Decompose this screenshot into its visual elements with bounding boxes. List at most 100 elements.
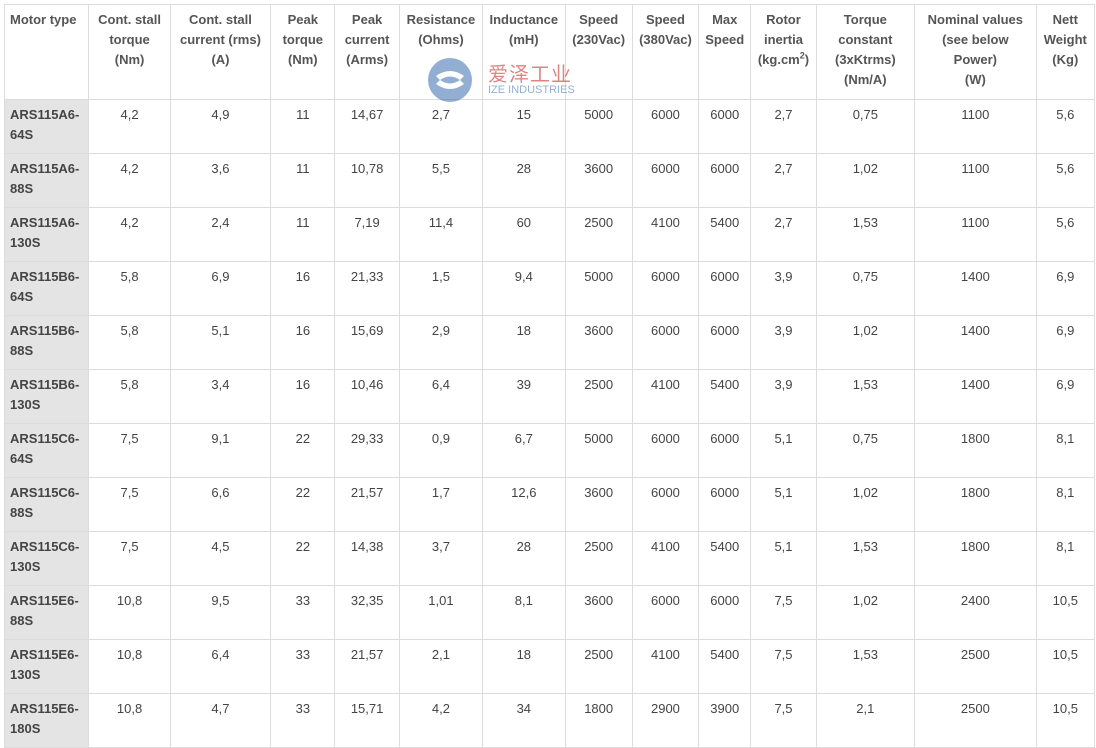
value-cell: 39 xyxy=(482,369,566,424)
value-cell: 33 xyxy=(270,585,336,640)
table-row: ARS115B6-130S 5,8 3,4 16 10,46 6,4 39 2500 4100 5… xyxy=(3,369,1096,424)
value-cell: 6000 xyxy=(631,99,700,154)
value-cell: 5,1 xyxy=(169,315,272,370)
value-cell: 4100 xyxy=(631,531,700,586)
value-cell: 16 xyxy=(270,261,336,316)
value-cell: 2900 xyxy=(631,693,700,748)
value-cell: 32,35 xyxy=(334,585,400,640)
value-cell: 1400 xyxy=(914,261,1037,316)
value-cell: 1,53 xyxy=(815,207,916,262)
motor-type-cell: ARS115E6-130S xyxy=(3,639,90,694)
value-cell: 6,7 xyxy=(482,423,566,478)
motor-type-cell: ARS115B6-130S xyxy=(3,369,90,424)
value-cell: 5,6 xyxy=(1035,99,1096,154)
value-cell: 0,75 xyxy=(815,99,916,154)
header-peak-torque: Peak torque (Nm) xyxy=(270,4,336,100)
value-cell: 16 xyxy=(270,369,336,424)
value-cell: 2500 xyxy=(564,531,633,586)
motor-type-cell: ARS115C6-130S xyxy=(3,531,90,586)
value-cell: 10,8 xyxy=(88,585,171,640)
value-cell: 15,69 xyxy=(334,315,400,370)
motor-type-cell: ARS115B6-88S xyxy=(3,315,90,370)
value-cell: 5,6 xyxy=(1035,207,1096,262)
value-cell: 6,9 xyxy=(169,261,272,316)
value-cell: 6000 xyxy=(698,99,752,154)
company-logo-icon xyxy=(428,58,472,102)
value-cell: 2,7 xyxy=(750,207,817,262)
watermark-english-text: IZE INDUSTRIES xyxy=(488,84,575,96)
value-cell: 6000 xyxy=(631,315,700,370)
value-cell: 2,7 xyxy=(398,99,484,154)
value-cell: 4100 xyxy=(631,207,700,262)
value-cell: 3,6 xyxy=(169,153,272,208)
value-cell: 5000 xyxy=(564,261,633,316)
value-cell: 2,4 xyxy=(169,207,272,262)
value-cell: 7,5 xyxy=(88,423,171,478)
motor-type-cell: ARS115B6-64S xyxy=(3,261,90,316)
value-cell: 34 xyxy=(482,693,566,748)
value-cell: 7,19 xyxy=(334,207,400,262)
value-cell: 3,4 xyxy=(169,369,272,424)
value-cell: 1,7 xyxy=(398,477,484,532)
value-cell: 3600 xyxy=(564,315,633,370)
table-row: ARS115A6-130S 4,2 2,4 11 7,19 11,4 60 2500 4100 5… xyxy=(3,207,1096,262)
value-cell: 4,9 xyxy=(169,99,272,154)
value-cell: 28 xyxy=(482,531,566,586)
value-cell: 10,5 xyxy=(1035,639,1096,694)
value-cell: 7,5 xyxy=(750,639,817,694)
value-cell: 4,5 xyxy=(169,531,272,586)
value-cell: 22 xyxy=(270,531,336,586)
value-cell: 6000 xyxy=(631,585,700,640)
value-cell: 1,02 xyxy=(815,315,916,370)
value-cell: 15 xyxy=(482,99,566,154)
value-cell: 2,7 xyxy=(750,99,817,154)
value-cell: 10,46 xyxy=(334,369,400,424)
table-row: ARS115C6-88S 7,5 6,6 22 21,57 1,7 12,6 3600 6000… xyxy=(3,477,1096,532)
header-motor-type: Motor type xyxy=(3,4,90,100)
value-cell: 1,53 xyxy=(815,531,916,586)
value-cell: 6,9 xyxy=(1035,315,1096,370)
watermark-logo: 爱泽工业 IZE INDUSTRIES xyxy=(426,56,586,104)
value-cell: 1800 xyxy=(564,693,633,748)
value-cell: 2,7 xyxy=(750,153,817,208)
header-torque-constant: Torque constant (3xKtrms) (Nm/A) xyxy=(815,4,916,100)
value-cell: 2500 xyxy=(914,693,1037,748)
value-cell: 7,5 xyxy=(750,585,817,640)
value-cell: 1,53 xyxy=(815,639,916,694)
value-cell: 6000 xyxy=(698,585,752,640)
value-cell: 1,5 xyxy=(398,261,484,316)
value-cell: 0,75 xyxy=(815,261,916,316)
value-cell: 5,5 xyxy=(398,153,484,208)
value-cell: 6,9 xyxy=(1035,369,1096,424)
header-peak-current: Peak current (Arms) xyxy=(334,4,400,100)
value-cell: 18 xyxy=(482,639,566,694)
value-cell: 2400 xyxy=(914,585,1037,640)
value-cell: 2,9 xyxy=(398,315,484,370)
value-cell: 2500 xyxy=(914,639,1037,694)
table-row: ARS115C6-130S 7,5 4,5 22 14,38 3,7 28 2500 4100 5… xyxy=(3,531,1096,586)
value-cell: 1400 xyxy=(914,315,1037,370)
motor-type-cell: ARS115C6-64S xyxy=(3,423,90,478)
header-rotor-inertia: Rotor inertia (kg.cm2) xyxy=(750,4,817,100)
value-cell: 5,6 xyxy=(1035,153,1096,208)
value-cell: 4,2 xyxy=(88,153,171,208)
value-cell: 6000 xyxy=(631,153,700,208)
value-cell: 29,33 xyxy=(334,423,400,478)
value-cell: 5,8 xyxy=(88,261,171,316)
value-cell: 3600 xyxy=(564,585,633,640)
value-cell: 2500 xyxy=(564,207,633,262)
value-cell: 1800 xyxy=(914,477,1037,532)
value-cell: 9,1 xyxy=(169,423,272,478)
value-cell: 5,8 xyxy=(88,369,171,424)
value-cell: 4100 xyxy=(631,369,700,424)
value-cell: 2500 xyxy=(564,369,633,424)
value-cell: 5400 xyxy=(698,531,752,586)
value-cell: 0,9 xyxy=(398,423,484,478)
value-cell: 4,2 xyxy=(398,693,484,748)
value-cell: 33 xyxy=(270,693,336,748)
value-cell: 11 xyxy=(270,99,336,154)
value-cell: 11,4 xyxy=(398,207,484,262)
header-speed-380: Speed (380Vac) xyxy=(631,4,700,100)
table-body: ARS115A6-64S 4,2 4,9 11 14,67 2,7 15 5000 6000 60… xyxy=(3,99,1096,748)
value-cell: 1800 xyxy=(914,531,1037,586)
